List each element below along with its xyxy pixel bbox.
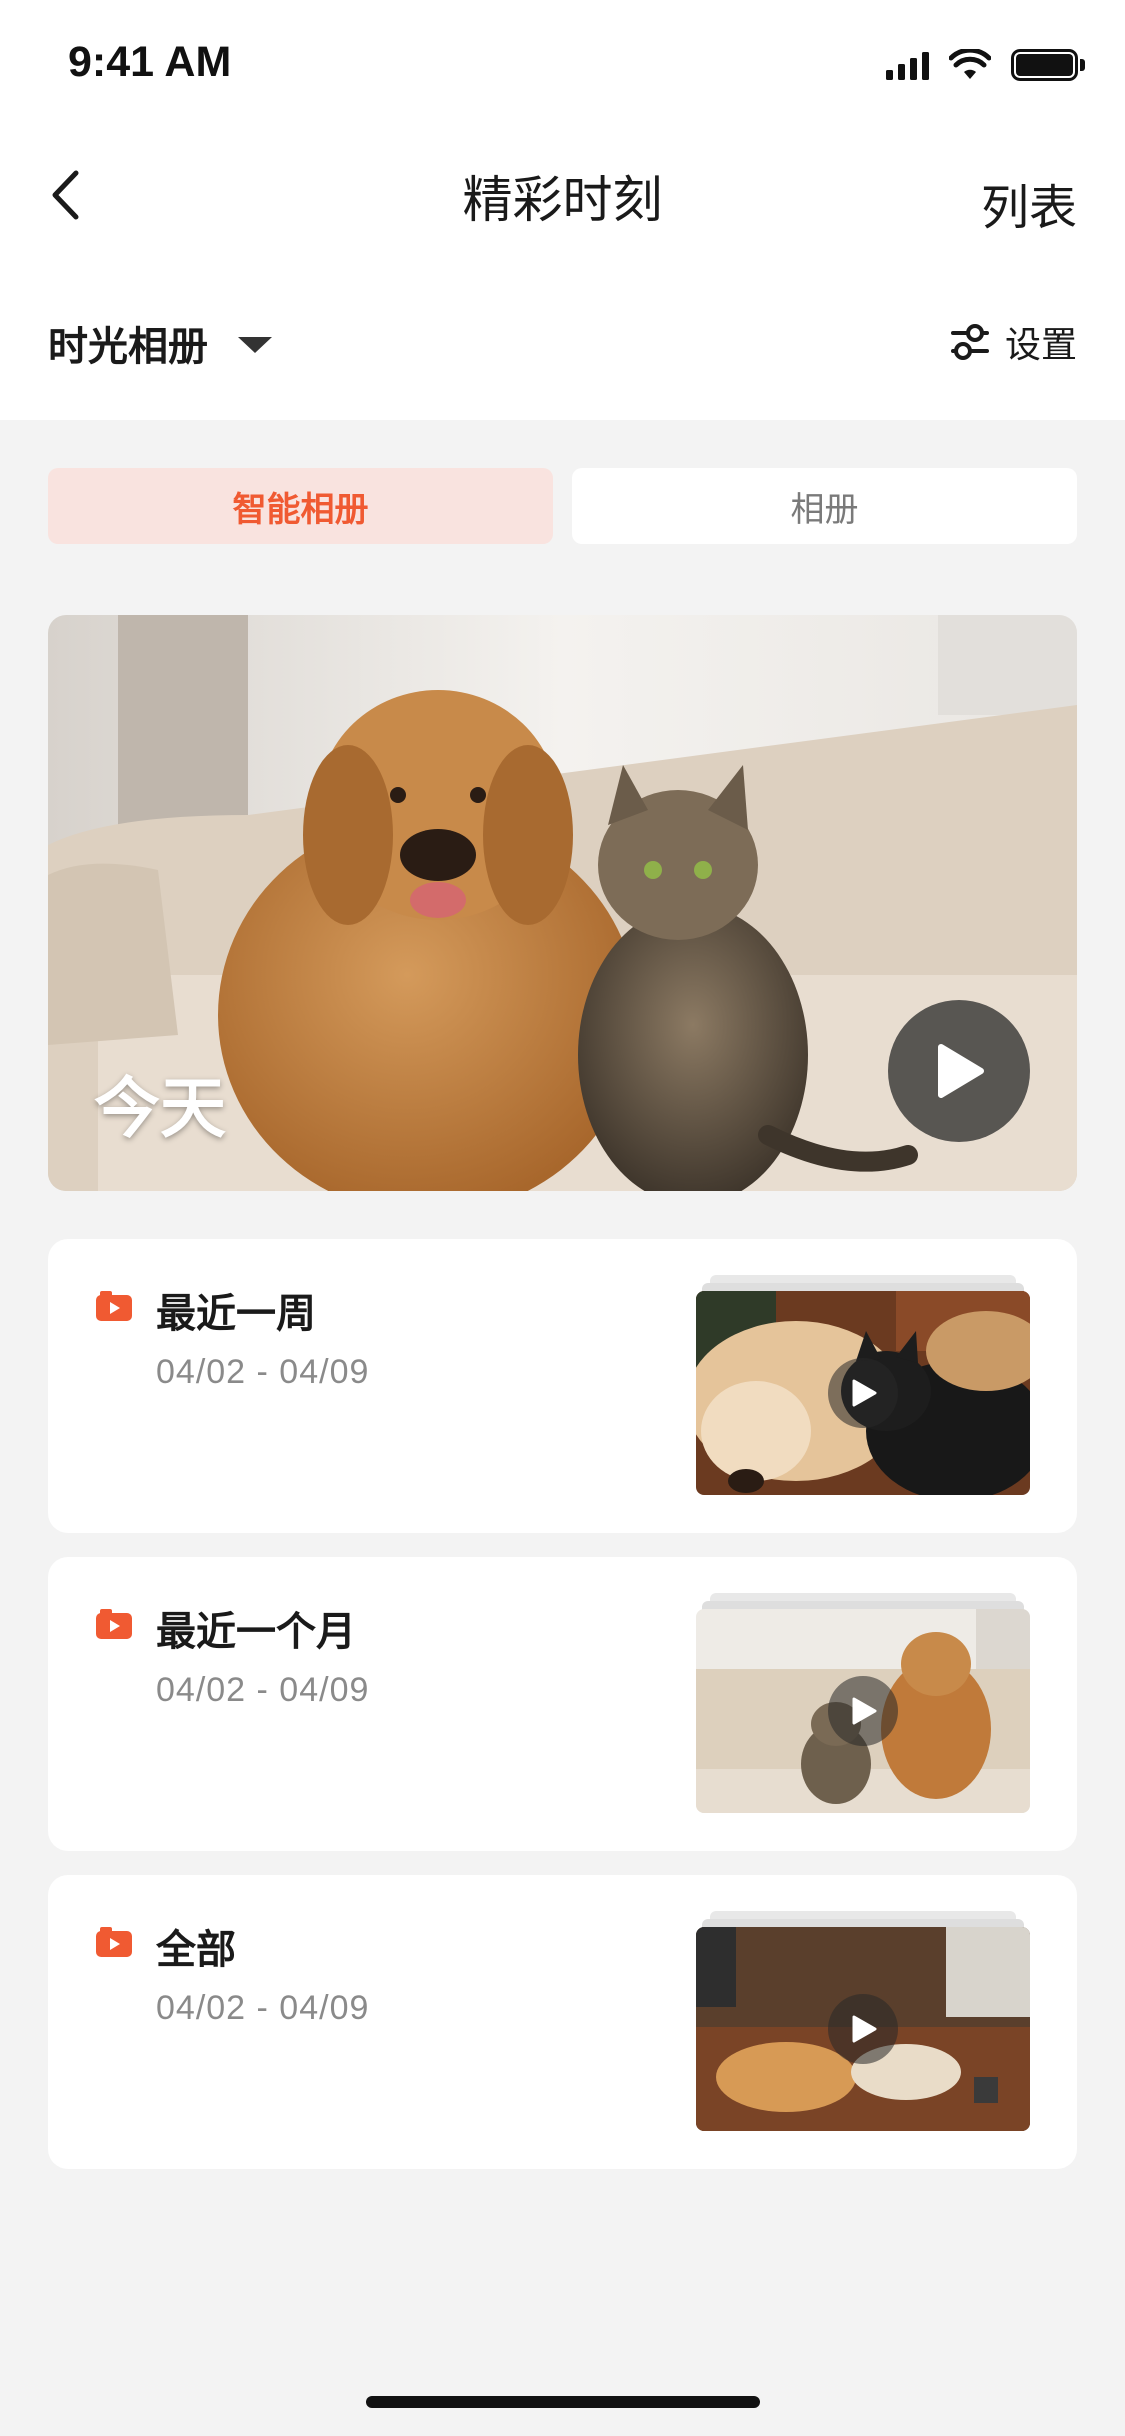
album-date-range: 04/02 - 04/09 [156,1671,370,1709]
album-title: 全部 [156,1927,236,1973]
list-view-button[interactable]: 列表 [981,168,1077,238]
tab-smart-album[interactable]: 智能相册 [48,468,553,544]
video-album-icon [96,1927,132,1957]
album-thumbnail [696,1911,1030,2131]
status-icons [886,48,1085,82]
sliders-icon [950,324,989,360]
home-indicator[interactable] [366,2396,760,2408]
caret-down-icon [238,337,272,353]
album-card-all[interactable]: 全部 04/02 - 04/09 [48,1875,1077,2169]
thumbnail-play-icon [828,1676,898,1746]
page-title: 精彩时刻 [462,171,663,229]
thumbnail-play-icon [828,1994,898,2064]
hero-play-button[interactable] [888,1000,1030,1142]
tab-album[interactable]: 相册 [572,468,1077,544]
album-title: 最近一周 [156,1291,316,1337]
wifi-icon [949,49,991,79]
album-thumbnail [696,1275,1030,1495]
video-album-icon [96,1609,132,1639]
album-date-range: 04/02 - 04/09 [156,1989,370,2027]
thumbnail-play-icon [828,1358,898,1428]
album-selector-dropdown[interactable]: 时光相册 [48,314,272,372]
cellular-signal-icon [886,50,929,80]
battery-icon [1011,49,1085,81]
play-icon [938,1044,984,1098]
today-highlight-card[interactable]: 今天 [48,615,1077,1191]
status-time: 9:41 AM [68,38,232,86]
album-title: 最近一个月 [156,1609,356,1655]
album-card-month[interactable]: 最近一个月 04/02 - 04/09 [48,1557,1077,1851]
settings-label: 设置 [1004,325,1077,366]
video-album-icon [96,1291,132,1321]
album-thumbnail [696,1593,1030,1813]
hero-label: 今天 [94,1070,226,1147]
album-selector-label: 时光相册 [48,324,208,370]
album-card-week[interactable]: 最近一周 04/02 - 04/09 [48,1239,1077,1533]
album-date-range: 04/02 - 04/09 [156,1353,370,1391]
settings-button[interactable]: 设置 [949,316,1077,368]
